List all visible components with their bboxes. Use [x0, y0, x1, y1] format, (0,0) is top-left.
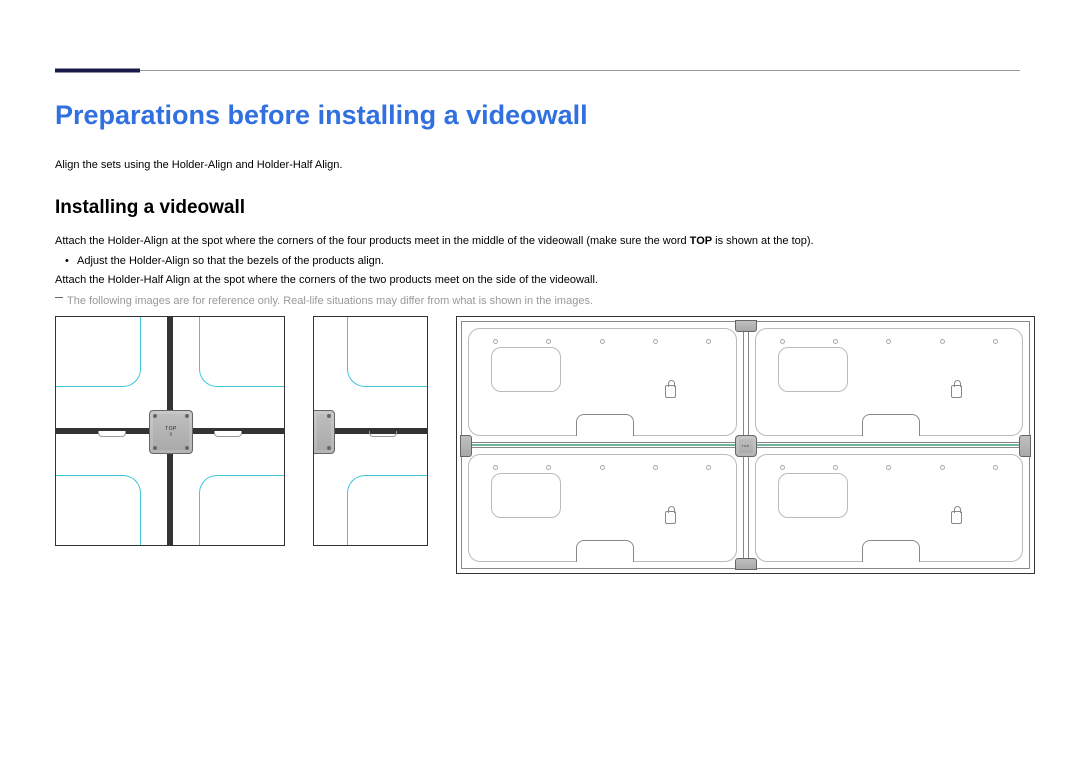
- page-title: Preparations before installing a videowa…: [55, 100, 1020, 131]
- figures-row: TOP ⇧ TOP: [55, 316, 1035, 574]
- panel-bottom-right: [748, 447, 1031, 569]
- panel-top-right: [748, 321, 1031, 443]
- lock-icon: [951, 511, 962, 524]
- panel-bottom-left: [461, 447, 744, 569]
- holder-half-right-icon: [1019, 435, 1031, 457]
- holder-half-left-icon: [460, 435, 472, 457]
- holder-align-icon: TOP ⇧: [149, 410, 193, 454]
- figure-videowall-rear: TOP: [456, 316, 1035, 574]
- paragraph-2: Attach the Holder-Half Align at the spot…: [55, 272, 1020, 289]
- header-accent: [55, 69, 140, 73]
- holder-top-label-small: TOP: [742, 444, 750, 448]
- holder-half-top-icon: [735, 320, 757, 332]
- header-rule: [55, 70, 1020, 71]
- holder-half-bottom-icon: [735, 558, 757, 570]
- intro-text: Align the sets using the Holder-Align an…: [55, 159, 1020, 171]
- bullet-1: Adjust the Holder-Align so that the beze…: [77, 253, 1020, 270]
- para1-prefix: Attach the Holder-Align at the spot wher…: [55, 235, 690, 247]
- para1-bold: TOP: [690, 235, 712, 247]
- figure-holder-half-align-detail: [313, 316, 428, 546]
- panel-top-left: [461, 321, 744, 443]
- section-subtitle: Installing a videowall: [55, 197, 1020, 219]
- lock-icon: [951, 385, 962, 398]
- holder-half-align-icon: [313, 410, 335, 454]
- paragraph-1: Attach the Holder-Align at the spot wher…: [55, 233, 1020, 250]
- page-content: Preparations before installing a videowa…: [55, 100, 1020, 307]
- reference-note: The following images are for reference o…: [67, 295, 1020, 307]
- holder-align-center-icon: TOP: [735, 435, 757, 457]
- lock-icon: [665, 385, 676, 398]
- holder-arrow-icon: ⇧: [169, 432, 174, 438]
- para1-suffix: is shown at the top).: [712, 235, 814, 247]
- figure-holder-align-detail: TOP ⇧: [55, 316, 285, 546]
- lock-icon: [665, 511, 676, 524]
